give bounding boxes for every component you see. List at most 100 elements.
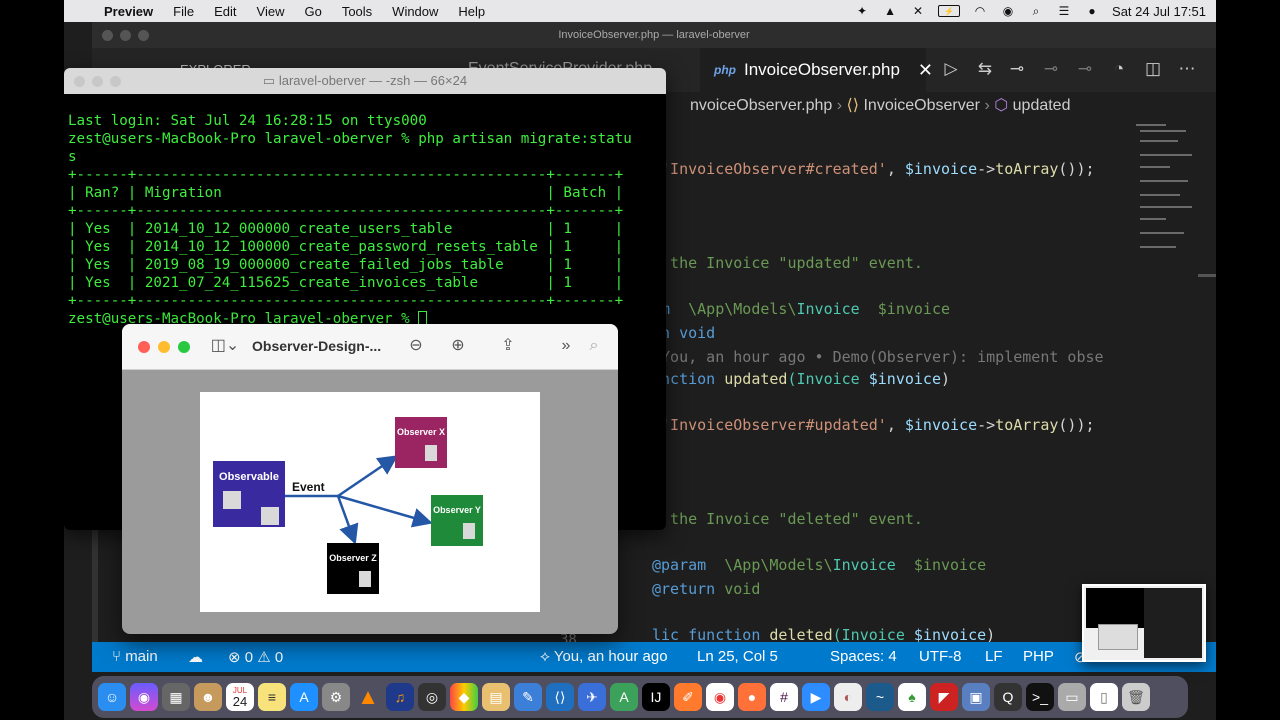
terminal-icon[interactable]: >_ bbox=[1026, 683, 1054, 711]
menu-file[interactable]: File bbox=[163, 4, 204, 19]
compare-changes-icon[interactable]: ⇆ bbox=[974, 58, 996, 80]
quicktime-icon[interactable]: Q bbox=[994, 683, 1022, 711]
tab-invoice-observer[interactable]: php InvoiceObserver.php ✕ bbox=[700, 48, 933, 92]
more-actions-icon[interactable]: ⋯ bbox=[1176, 58, 1198, 80]
contacts-icon[interactable]: ☻ bbox=[194, 683, 222, 711]
thumbnail-editor bbox=[1144, 588, 1202, 658]
audacity-icon[interactable]: ♫ bbox=[386, 683, 414, 711]
trash-icon[interactable]: 🗑 bbox=[1122, 683, 1150, 711]
code-line-updated-function: unction updated(Invoice $invoice) bbox=[652, 370, 951, 388]
chrome-icon[interactable]: ◉ bbox=[706, 683, 734, 711]
breadcrumb-file[interactable]: nvoiceObserver.php bbox=[690, 97, 832, 114]
previous-change-icon[interactable]: ⊸ bbox=[1040, 58, 1062, 80]
mysql-icon[interactable]: ~ bbox=[866, 683, 894, 711]
search-icon[interactable]: ⌕ bbox=[584, 336, 604, 356]
calendar-icon[interactable]: JUL 24 bbox=[226, 683, 254, 711]
preview-icon[interactable]: ▭ bbox=[1058, 683, 1086, 711]
terminal-minimize-button[interactable] bbox=[92, 76, 103, 87]
wifi-icon[interactable]: ◠ bbox=[972, 5, 988, 17]
git-blame-status[interactable]: ⟡ You, an hour ago bbox=[540, 648, 668, 665]
preview-zoom-button[interactable] bbox=[178, 341, 190, 353]
code-editor[interactable]: ('InvoiceObserver#created', $invoice->to… bbox=[652, 120, 1122, 650]
next-change-icon[interactable]: ⊸ bbox=[1074, 58, 1096, 80]
language-mode[interactable]: PHP bbox=[1023, 648, 1054, 665]
zoom-window-button[interactable] bbox=[138, 30, 149, 41]
menu-window[interactable]: Window bbox=[382, 4, 448, 19]
preview-close-button[interactable] bbox=[138, 341, 150, 353]
notes-icon[interactable]: ≡ bbox=[258, 683, 286, 711]
zoom-in-icon[interactable]: ⊕ bbox=[448, 336, 468, 356]
split-editor-icon[interactable]: ◫ bbox=[1142, 58, 1164, 80]
git-commit-icon[interactable]: ⊸ bbox=[1006, 58, 1028, 80]
terminal-close-button[interactable] bbox=[74, 76, 85, 87]
vscode-icon[interactable]: ⟨⟩ bbox=[546, 683, 574, 711]
indentation[interactable]: Spaces: 4 bbox=[830, 648, 897, 665]
control-center-icon[interactable]: ☰ bbox=[1056, 5, 1072, 17]
cursor-position[interactable]: Ln 25, Col 5 bbox=[697, 648, 778, 665]
preview-title: Observer-Design-... bbox=[252, 338, 382, 354]
more-toolbar-icon[interactable]: » bbox=[556, 336, 576, 356]
figma-icon[interactable]: ◐ bbox=[834, 683, 862, 711]
screenshot-thumbnail[interactable] bbox=[1082, 584, 1206, 662]
postman-icon[interactable]: ✈ bbox=[578, 683, 606, 711]
preview-minimize-button[interactable] bbox=[158, 341, 170, 353]
menu-clock[interactable]: Sat 24 Jul 17:51 bbox=[1112, 4, 1206, 19]
siri-status-icon[interactable]: ● bbox=[1084, 5, 1100, 17]
search-icon[interactable]: ⌕ bbox=[1028, 5, 1044, 17]
share-icon[interactable]: ⇪ bbox=[498, 336, 518, 356]
game-icon[interactable]: ◤ bbox=[930, 683, 958, 711]
finder-icon[interactable]: ☺ bbox=[98, 683, 126, 711]
observable-label: Observable bbox=[219, 471, 279, 483]
app-store-icon[interactable]: A bbox=[290, 683, 318, 711]
run-icon[interactable]: ▷ bbox=[940, 58, 962, 80]
problems-indicator[interactable]: ⊗ 0 ⚠ 0 bbox=[228, 648, 283, 666]
system-preferences-icon[interactable]: ⚙ bbox=[322, 683, 350, 711]
minimize-window-button[interactable] bbox=[120, 30, 131, 41]
app-status-icon[interactable]: ✦ bbox=[854, 5, 870, 17]
vlc-icon[interactable]: ▲ bbox=[354, 683, 382, 711]
close-window-button[interactable] bbox=[102, 30, 113, 41]
siri-icon[interactable]: ◉ bbox=[130, 683, 158, 711]
timeline-icon[interactable]: ◔ bbox=[1108, 58, 1130, 80]
firefox-icon[interactable]: ● bbox=[738, 683, 766, 711]
preview-window[interactable]: ◫⌄ Observer-Design-... ⊖ ⊕ ⇪ » ⌕ Observa… bbox=[122, 324, 618, 634]
minimap[interactable] bbox=[1132, 120, 1202, 650]
battery-icon[interactable]: ⚡ bbox=[938, 5, 961, 17]
menu-bar: Preview File Edit View Go Tools Window H… bbox=[64, 0, 1216, 22]
docker-icon[interactable]: ▲ bbox=[882, 5, 898, 17]
menu-view[interactable]: View bbox=[247, 4, 295, 19]
user-icon[interactable]: ◉ bbox=[1000, 5, 1016, 17]
virtualbox-icon[interactable]: ▣ bbox=[962, 683, 990, 711]
menu-tools[interactable]: Tools bbox=[332, 4, 382, 19]
editor-scrollbar[interactable] bbox=[1198, 274, 1216, 277]
encoding[interactable]: UTF-8 bbox=[919, 648, 962, 665]
breadcrumb-method[interactable]: updated bbox=[1013, 97, 1071, 114]
terminal-line: | Yes | 2014_10_12_100000_create_passwor… bbox=[68, 239, 624, 255]
zoom-out-icon[interactable]: ⊖ bbox=[406, 336, 426, 356]
brush-icon[interactable]: ✐ bbox=[674, 683, 702, 711]
document-icon[interactable]: ▯ bbox=[1090, 683, 1118, 711]
menu-app-name[interactable]: Preview bbox=[94, 4, 163, 19]
menu-help[interactable]: Help bbox=[448, 4, 495, 19]
android-studio-icon[interactable]: A bbox=[610, 683, 638, 711]
breadcrumb-class[interactable]: InvoiceObserver bbox=[863, 97, 980, 114]
close-tab-icon[interactable]: ✕ bbox=[918, 60, 933, 81]
end-of-line[interactable]: LF bbox=[985, 648, 1003, 665]
status-bar: ⑂ main ☁ ⊗ 0 ⚠ 0 ⟡ You, an hour ago Ln 2… bbox=[92, 642, 1216, 672]
menu-edit[interactable]: Edit bbox=[204, 4, 246, 19]
sidebar-toggle-icon[interactable]: ◫⌄ bbox=[210, 336, 240, 356]
phpstorm-icon[interactable]: IJ bbox=[642, 683, 670, 711]
xcode-icon[interactable]: ✎ bbox=[514, 683, 542, 711]
menu-go[interactable]: Go bbox=[294, 4, 331, 19]
git-branch[interactable]: ⑂ main bbox=[112, 648, 158, 665]
zoom-icon[interactable]: ▶ bbox=[802, 683, 830, 711]
obs-icon[interactable]: ◎ bbox=[418, 683, 446, 711]
sync-icon[interactable]: ☁ bbox=[188, 648, 203, 666]
craft-icon[interactable]: ◆ bbox=[450, 683, 478, 711]
bluetooth-icon[interactable]: ✕ bbox=[910, 5, 926, 17]
slack-icon[interactable]: # bbox=[770, 683, 798, 711]
launchpad-icon[interactable]: ▦ bbox=[162, 683, 190, 711]
sequel-icon[interactable]: ▤ bbox=[482, 683, 510, 711]
terminal-zoom-button[interactable] bbox=[110, 76, 121, 87]
mongodb-icon[interactable]: ♠ bbox=[898, 683, 926, 711]
